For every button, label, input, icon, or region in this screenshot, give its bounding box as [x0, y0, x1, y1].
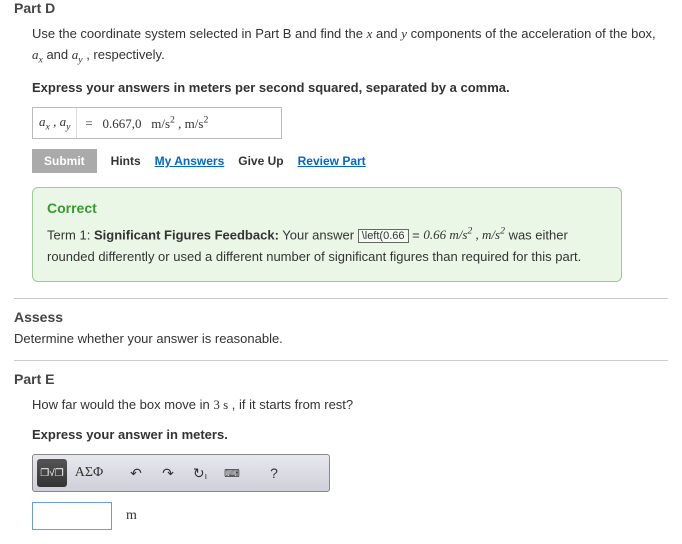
help-button[interactable]: ?	[259, 459, 289, 487]
assess-header: Assess	[14, 309, 668, 325]
give-up-label: Give Up	[238, 154, 283, 168]
redo-button[interactable]: ↷	[153, 459, 183, 487]
part-e-header: Part E	[14, 371, 668, 387]
answer-input-row: m	[32, 502, 668, 530]
text: Your answer	[279, 227, 358, 242]
action-row: Submit Hints My Answers Give Up Review P…	[32, 149, 668, 173]
feedback-value: 0.66 m/s2 , m/s2	[423, 227, 505, 242]
templates-button[interactable]: ❐√❐	[37, 459, 67, 487]
text: components of the acceleration of the bo…	[407, 26, 656, 41]
submit-button[interactable]: Submit	[32, 149, 97, 173]
keyboard-button[interactable]: ⌨	[217, 459, 247, 487]
text: and	[372, 26, 401, 41]
label-vars: ax , ay	[39, 114, 70, 133]
time: 3 s	[213, 397, 228, 412]
answer-display: ax , ay = 0.667,0 m/s2 , m/s2	[32, 107, 282, 139]
answer-value: = 0.667,0 m/s2 , m/s2	[77, 114, 216, 131]
term-prefix: Term 1:	[47, 227, 94, 242]
separator	[14, 298, 668, 299]
text: and	[43, 47, 72, 62]
ay-var: ay	[72, 47, 83, 62]
part-d-instruction: Express your answers in meters per secon…	[32, 80, 668, 95]
undo-button[interactable]: ↶	[121, 459, 151, 487]
equation-toolbar: ❐√❐ ΑΣΦ ↶ ↷ ↻ı ⌨ ?	[32, 454, 330, 492]
sigfig-label: Significant Figures Feedback:	[94, 227, 279, 242]
answer-input[interactable]	[32, 502, 112, 530]
feedback-box: Correct Term 1: Significant Figures Feed…	[32, 187, 622, 282]
part-d-header: Part D	[14, 0, 668, 16]
text: , respectively.	[83, 47, 165, 62]
boxed-value: \left(0.66	[358, 229, 409, 243]
part-e-question: How far would the box move in 3 s , if i…	[32, 395, 668, 416]
text: Use the coordinate system selected in Pa…	[32, 26, 367, 41]
reset-icon: ↻	[193, 465, 205, 482]
separator	[14, 360, 668, 361]
equals: =	[409, 227, 424, 242]
answer-variable-label: ax , ay	[33, 108, 77, 138]
greek-button[interactable]: ΑΣΦ	[69, 459, 109, 487]
feedback-text: Term 1: Significant Figures Feedback: Yo…	[47, 224, 607, 269]
value: 0.667,0 m/s2 , m/s2	[103, 116, 209, 131]
unit-label: m	[126, 508, 137, 524]
my-answers-link[interactable]: My Answers	[155, 154, 225, 168]
text: , if it starts from rest?	[228, 397, 353, 412]
equals: =	[85, 116, 92, 131]
hints-label: Hints	[111, 154, 141, 168]
review-part-link[interactable]: Review Part	[298, 154, 366, 168]
assess-text: Determine whether your answer is reasona…	[14, 331, 668, 346]
part-d-question: Use the coordinate system selected in Pa…	[32, 24, 668, 68]
ax-var: ax	[32, 47, 43, 62]
text: How far would the box move in	[32, 397, 213, 412]
feedback-title: Correct	[47, 200, 607, 216]
part-e-instruction: Express your answer in meters.	[32, 427, 668, 442]
reset-sub: ı	[205, 471, 208, 481]
reset-button[interactable]: ↻ı	[185, 459, 215, 487]
